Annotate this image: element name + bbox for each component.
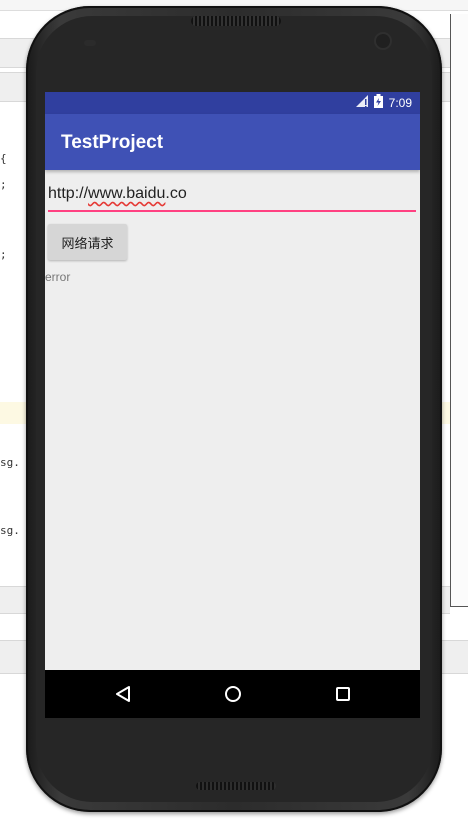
result-text: error	[45, 270, 71, 284]
front-camera-icon	[376, 34, 390, 48]
status-bar: 7:09	[45, 92, 420, 114]
bottom-speaker	[196, 782, 276, 790]
ide-code-fragment: ;	[0, 248, 7, 261]
ide-side-panel	[450, 14, 468, 607]
ide-code-fragment: {	[0, 152, 7, 165]
signal-icon	[355, 94, 368, 112]
battery-icon	[373, 93, 383, 113]
home-icon[interactable]	[219, 680, 247, 708]
earpiece-speaker	[191, 16, 281, 26]
ide-code-fragment: sg.	[0, 456, 20, 469]
ide-code-fragment: sg.	[0, 524, 20, 537]
status-icons: 7:09	[355, 93, 412, 113]
network-request-button[interactable]: 网络请求	[48, 224, 127, 260]
app-bar: TestProject	[45, 114, 420, 170]
back-icon[interactable]	[109, 680, 137, 708]
ide-code-fragment: ;	[0, 178, 7, 191]
navigation-bar	[45, 670, 420, 718]
status-time: 7:09	[388, 96, 412, 110]
url-input[interactable]	[48, 184, 416, 212]
device-screen: 7:09 TestProject http://www.baidu.co 网络请…	[45, 92, 420, 718]
recents-icon[interactable]	[329, 680, 357, 708]
app-title: TestProject	[61, 132, 164, 153]
proximity-sensor	[84, 40, 96, 46]
